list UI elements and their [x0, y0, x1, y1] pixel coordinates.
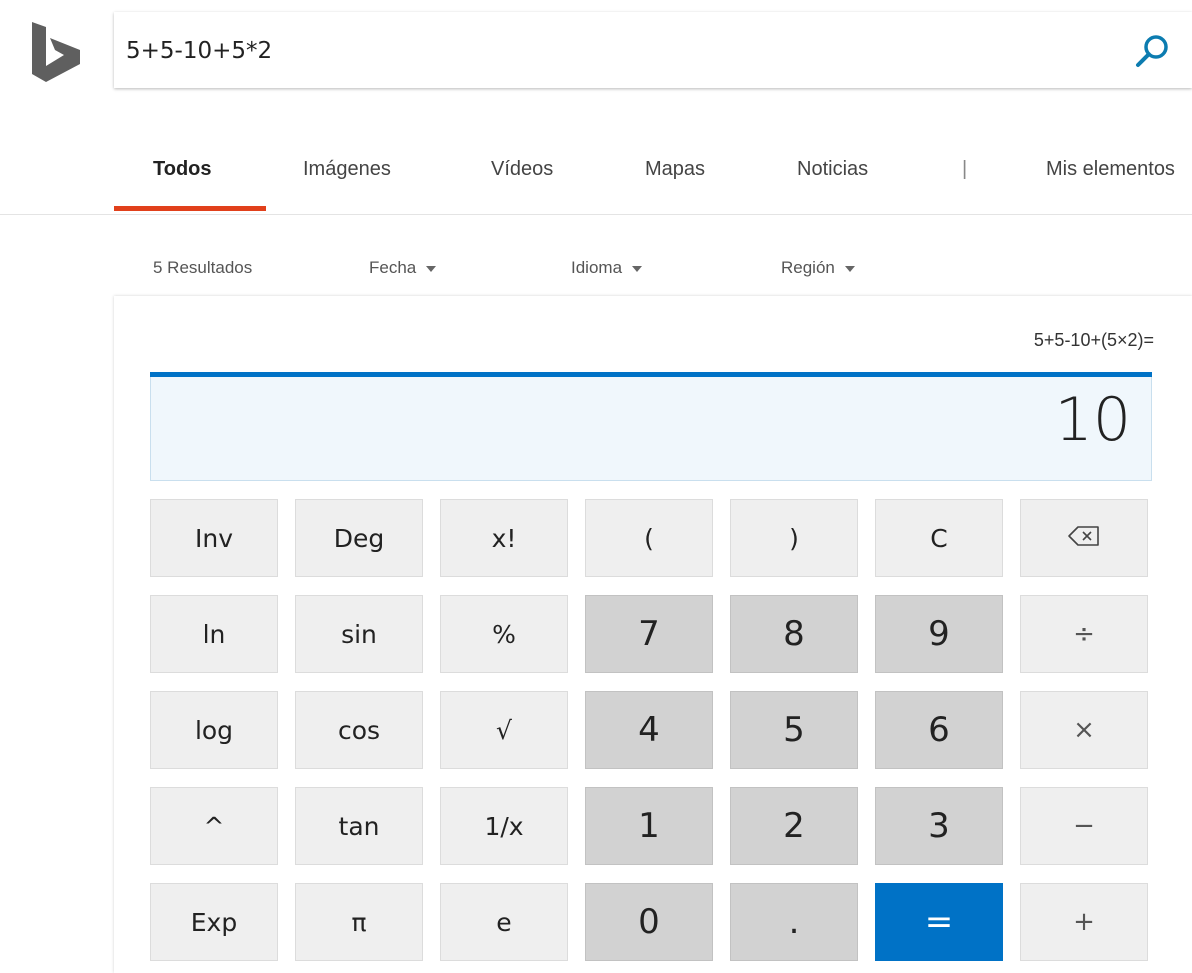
active-tab-underline	[114, 206, 266, 211]
key-tan[interactable]: tan	[295, 787, 423, 865]
key-sqrt[interactable]: √	[440, 691, 568, 769]
nav-bar: Todos Imágenes Vídeos Mapas Noticias | M…	[0, 140, 1192, 215]
key-percent[interactable]: %	[440, 595, 568, 673]
search-box	[114, 12, 1192, 88]
key-6[interactable]: 6	[875, 691, 1003, 769]
key-reciprocal[interactable]: 1/x	[440, 787, 568, 865]
calculator-result: 10	[1054, 385, 1131, 455]
key-inv[interactable]: Inv	[150, 499, 278, 577]
key-ln[interactable]: ln	[150, 595, 278, 673]
key-decimal[interactable]: .	[730, 883, 858, 961]
key-cos[interactable]: cos	[295, 691, 423, 769]
key-log[interactable]: log	[150, 691, 278, 769]
calculator-keypad: Inv Deg x! ( ) C ln sin % 7 8 9 ÷ log co…	[150, 499, 1154, 969]
key-7[interactable]: 7	[585, 595, 713, 673]
filter-region[interactable]: Región	[781, 258, 855, 278]
key-subtract[interactable]: −	[1020, 787, 1148, 865]
key-9[interactable]: 9	[875, 595, 1003, 673]
key-equals[interactable]: =	[875, 883, 1003, 961]
key-exp[interactable]: Exp	[150, 883, 278, 961]
tab-mapas[interactable]: Mapas	[645, 158, 705, 181]
key-e[interactable]: e	[440, 883, 568, 961]
filter-region-label: Región	[781, 258, 835, 277]
filter-fecha-label: Fecha	[369, 258, 417, 277]
bing-logo[interactable]	[28, 20, 84, 84]
backspace-icon	[1067, 524, 1101, 553]
key-4[interactable]: 4	[585, 691, 713, 769]
filter-idioma-label: Idioma	[571, 258, 623, 277]
key-1[interactable]: 1	[585, 787, 713, 865]
tab-imagenes[interactable]: Imágenes	[303, 158, 391, 181]
caret-down-icon	[426, 265, 437, 272]
key-power[interactable]: ^	[150, 787, 278, 865]
tab-todos[interactable]: Todos	[153, 158, 212, 181]
key-2[interactable]: 2	[730, 787, 858, 865]
tab-mis-elementos[interactable]: Mis elementos	[1046, 158, 1175, 181]
key-close-paren[interactable]: )	[730, 499, 858, 577]
calculator-display: 10	[150, 377, 1152, 481]
caret-down-icon	[632, 265, 643, 272]
calculator-card: 5+5-10+(5×2)= 10 Inv Deg x! ( ) C ln sin…	[114, 296, 1192, 973]
key-8[interactable]: 8	[730, 595, 858, 673]
filter-bar: 5 Resultados Fecha Idioma Región	[0, 256, 1192, 286]
key-multiply[interactable]: ×	[1020, 691, 1148, 769]
caret-down-icon	[844, 265, 855, 272]
key-5[interactable]: 5	[730, 691, 858, 769]
key-3[interactable]: 3	[875, 787, 1003, 865]
key-factorial[interactable]: x!	[440, 499, 568, 577]
results-count: 5 Resultados	[153, 258, 253, 277]
tab-noticias[interactable]: Noticias	[797, 158, 868, 181]
calculator-expression: 5+5-10+(5×2)=	[1033, 330, 1154, 350]
filter-idioma[interactable]: Idioma	[571, 258, 643, 278]
tab-videos[interactable]: Vídeos	[491, 158, 553, 181]
search-input[interactable]	[124, 30, 1088, 72]
key-open-paren[interactable]: (	[585, 499, 713, 577]
filter-fecha[interactable]: Fecha	[369, 258, 437, 278]
search-icon[interactable]	[1132, 32, 1172, 72]
nav-divider: |	[962, 158, 968, 180]
key-0[interactable]: 0	[585, 883, 713, 961]
key-clear[interactable]: C	[875, 499, 1003, 577]
key-sin[interactable]: sin	[295, 595, 423, 673]
key-pi[interactable]: π	[295, 883, 423, 961]
key-add[interactable]: +	[1020, 883, 1148, 961]
key-backspace[interactable]	[1020, 499, 1148, 577]
key-deg[interactable]: Deg	[295, 499, 423, 577]
key-divide[interactable]: ÷	[1020, 595, 1148, 673]
